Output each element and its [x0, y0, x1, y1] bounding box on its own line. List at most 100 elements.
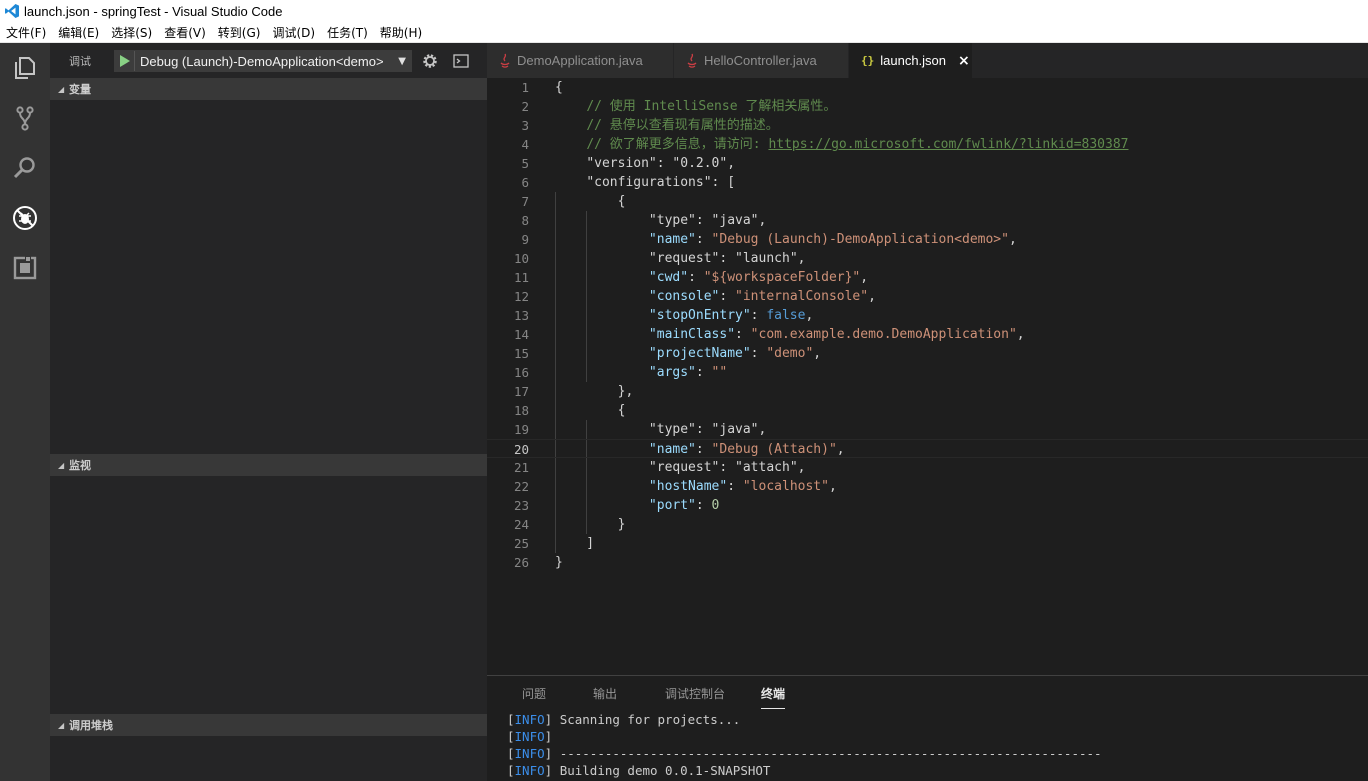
line-text: "name": "Debug (Attach)", [555, 440, 845, 459]
code-line[interactable]: 10 "request": "launch", [487, 249, 1368, 268]
panel-tab-debug-console[interactable]: 调试控制台 [665, 679, 725, 708]
code-editor[interactable]: 1{2 // 使用 IntelliSense 了解相关属性。 3 // 悬停以查看… [487, 78, 1368, 675]
log-level-tag: INFO [514, 763, 545, 778]
menu-edit[interactable]: 编辑(E) [52, 24, 105, 41]
code-token: : [750, 308, 767, 323]
code-line[interactable]: 1{ [487, 78, 1368, 97]
code-token: // 悬停以查看现有属性的描述。 [586, 118, 779, 133]
code-line[interactable]: 2 // 使用 IntelliSense 了解相关属性。 [487, 97, 1368, 116]
line-number: 26 [513, 555, 529, 570]
code-token: , [797, 251, 806, 266]
variables-section-header[interactable]: ◢ 变量 [50, 78, 487, 100]
debug-sidebar: 调试 Debug (Launch)-DemoApplication<demo> … [50, 43, 487, 781]
terminal-line: [INFO] Building demo 0.0.1-SNAPSHOT [507, 762, 1367, 779]
debug-console-icon[interactable] [452, 53, 470, 69]
start-debugging-button[interactable] [115, 51, 135, 71]
line-text: "version": "0.2.0", [555, 154, 735, 173]
java-file-icon [500, 53, 510, 68]
line-number: 3 [521, 118, 529, 133]
code-line[interactable]: 26} [487, 553, 1368, 572]
menu-debug[interactable]: 调试(D) [266, 24, 321, 41]
code-line[interactable]: 11 "cwd": "${workspaceFolder}", [487, 268, 1368, 287]
code-token: } [555, 517, 626, 532]
close-icon[interactable]: × [958, 53, 970, 69]
code-line[interactable]: 5 "version": "0.2.0", [487, 154, 1368, 173]
code-token: : [695, 498, 712, 513]
code-token: "name" [648, 442, 696, 457]
watch-section-header[interactable]: ◢ 监视 [50, 454, 487, 476]
debug-icon [13, 206, 37, 230]
line-number: 19 [513, 422, 529, 437]
menu-go[interactable]: 转到(G) [212, 24, 267, 41]
expanded-triangle-icon: ◢ [58, 720, 65, 730]
code-token: "0.2.0" [672, 156, 728, 171]
activity-explorer[interactable] [0, 43, 50, 93]
watch-panel [50, 476, 487, 714]
code-line[interactable]: 12 "console": "internalConsole", [487, 287, 1368, 306]
debug-config-select[interactable]: Debug (Launch)-DemoApplication<demo> ▼ [114, 50, 412, 72]
call-stack-section-header[interactable]: ◢ 调用堆栈 [50, 714, 487, 736]
tab-hello-controller[interactable]: HelloController.java [674, 43, 849, 78]
activity-debug[interactable] [0, 193, 50, 243]
code-line[interactable]: 8 "type": "java", [487, 211, 1368, 230]
tab-demo-application[interactable]: DemoApplication.java [487, 43, 674, 78]
activity-search[interactable] [0, 143, 50, 193]
code-token: "type" [648, 422, 696, 437]
code-line[interactable]: 14 "mainClass": "com.example.demo.DemoAp… [487, 325, 1368, 344]
code-line[interactable]: 3 // 悬停以查看现有属性的描述。 [487, 116, 1368, 135]
line-number: 4 [521, 137, 529, 152]
code-token: "type" [648, 213, 696, 228]
code-line[interactable]: 22 "hostName": "localhost", [487, 477, 1368, 496]
menu-file[interactable]: 文件(F) [0, 24, 52, 41]
code-line[interactable]: 4 // 欲了解更多信息，请访问: https://go.microsoft.c… [487, 135, 1368, 154]
code-line[interactable]: 25 ] [487, 534, 1368, 553]
activity-source-control[interactable] [0, 93, 50, 143]
line-text: { [555, 78, 563, 97]
code-line[interactable]: 13 "stopOnEntry": false, [487, 306, 1368, 325]
menu-tasks[interactable]: 任务(T) [321, 24, 374, 41]
code-line[interactable]: 7 { [487, 192, 1368, 211]
line-number: 21 [513, 460, 529, 475]
menu-view[interactable]: 查看(V) [158, 24, 212, 41]
line-number: 16 [513, 365, 529, 380]
menu-help[interactable]: 帮助(H) [374, 24, 428, 41]
code-line[interactable]: 21 "request": "attach", [487, 458, 1368, 477]
code-line[interactable]: 19 "type": "java", [487, 420, 1368, 439]
code-token: , [860, 270, 869, 285]
code-line[interactable]: 23 "port": 0 [487, 496, 1368, 515]
code-token: , [813, 346, 822, 361]
code-line[interactable]: 15 "projectName": "demo", [487, 344, 1368, 363]
editor-area: DemoApplication.java HelloController.jav… [487, 43, 1368, 675]
line-text: "mainClass": "com.example.demo.DemoAppli… [555, 325, 1025, 344]
code-line[interactable]: 17 }, [487, 382, 1368, 401]
panel-tab-problems[interactable]: 问题 [522, 679, 546, 708]
terminal-output[interactable]: [INFO] Scanning for projects... [INFO] [IN… [507, 711, 1367, 779]
menu-selection[interactable]: 选择(S) [105, 24, 158, 41]
code-line[interactable]: 6 "configurations": [ [487, 173, 1368, 192]
panel-tab-terminal[interactable]: 终端 [761, 679, 786, 709]
activity-extensions[interactable] [0, 243, 50, 293]
panel-tab-output[interactable]: 输出 [593, 679, 617, 708]
line-text: "hostName": "localhost", [555, 477, 837, 496]
watch-section-label: 监视 [69, 459, 91, 472]
code-token: : [695, 365, 712, 380]
code-line[interactable]: 16 "args": "" [487, 363, 1368, 382]
code-line[interactable]: 20 "name": "Debug (Attach)", [487, 439, 1368, 458]
code-link[interactable]: https://go.microsoft.com/fwlink/?linkid=… [768, 137, 1128, 152]
code-token: "name" [648, 232, 696, 247]
line-text: // 使用 IntelliSense 了解相关属性。 [555, 97, 836, 116]
gear-icon[interactable] [421, 52, 439, 70]
line-text: "request": "attach", [555, 458, 806, 477]
code-line[interactable]: 18 { [487, 401, 1368, 420]
tab-launch-json[interactable]: {} launch.json × [849, 43, 973, 78]
code-line[interactable]: 24 } [487, 515, 1368, 534]
code-token: 0 [711, 498, 720, 513]
code-line[interactable]: 9 "name": "Debug (Launch)-DemoApplicatio… [487, 230, 1368, 249]
code-token: : [656, 156, 673, 171]
line-number: 12 [513, 289, 529, 304]
